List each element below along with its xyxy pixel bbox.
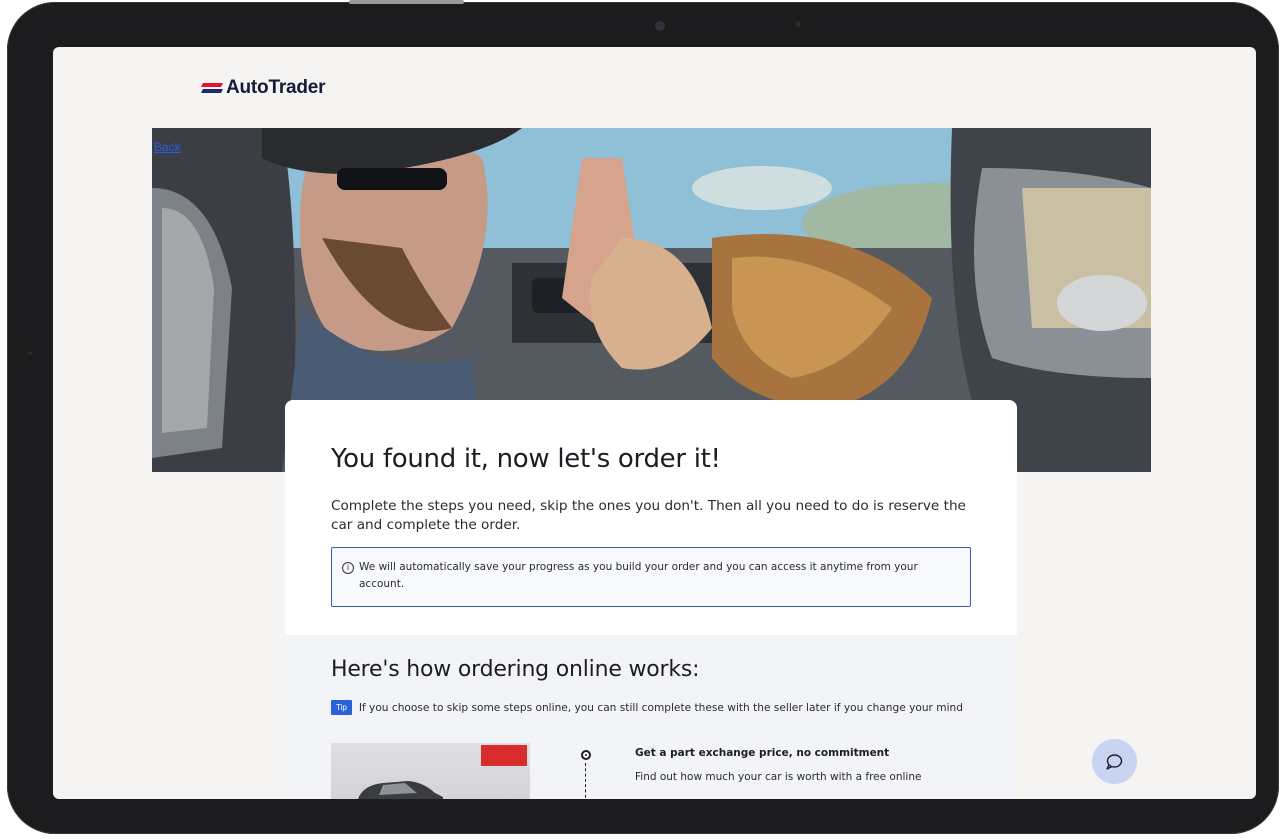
brand-name: AutoTrader [226, 77, 326, 98]
intro-description: Complete the steps you need, skip the on… [331, 498, 966, 533]
info-icon: i [342, 562, 354, 574]
tip-badge: Tip [331, 700, 352, 715]
screen: AutoTrader Back You found it, now let's … [53, 47, 1256, 799]
intro-card: You found it, now let's order it! Comple… [285, 400, 1017, 635]
how-it-works-section: Here's how ordering online works: Tip If… [285, 635, 1017, 799]
light-sensor [795, 21, 801, 27]
front-camera [655, 21, 665, 31]
autotrader-logo[interactable]: AutoTrader [201, 77, 326, 99]
power-button [349, 0, 464, 4]
tip-row: Tip If you choose to skip some steps onl… [331, 700, 963, 715]
page-title: You found it, now let's order it! [331, 444, 721, 474]
chat-bubble-icon [1106, 754, 1123, 770]
tip-text: If you choose to skip some steps online,… [358, 701, 963, 714]
step-description: Find out how much your car is worth with… [635, 771, 922, 783]
side-sensor [28, 351, 32, 355]
back-link[interactable]: Back [154, 140, 181, 154]
dealer-sticker [481, 745, 527, 766]
step-marker-icon [581, 750, 591, 760]
autosave-info-box: i We will automatically save your progre… [331, 547, 971, 607]
step-connector [585, 763, 586, 799]
car-image [358, 781, 443, 799]
step-title: Get a part exchange price, no commitment [635, 747, 890, 759]
step-image [331, 743, 530, 799]
chat-button[interactable] [1092, 739, 1137, 784]
info-message: We will automatically save your progress… [359, 561, 918, 590]
autotrader-logo-mark-icon [201, 82, 224, 94]
section-title: Here's how ordering online works: [331, 657, 700, 682]
